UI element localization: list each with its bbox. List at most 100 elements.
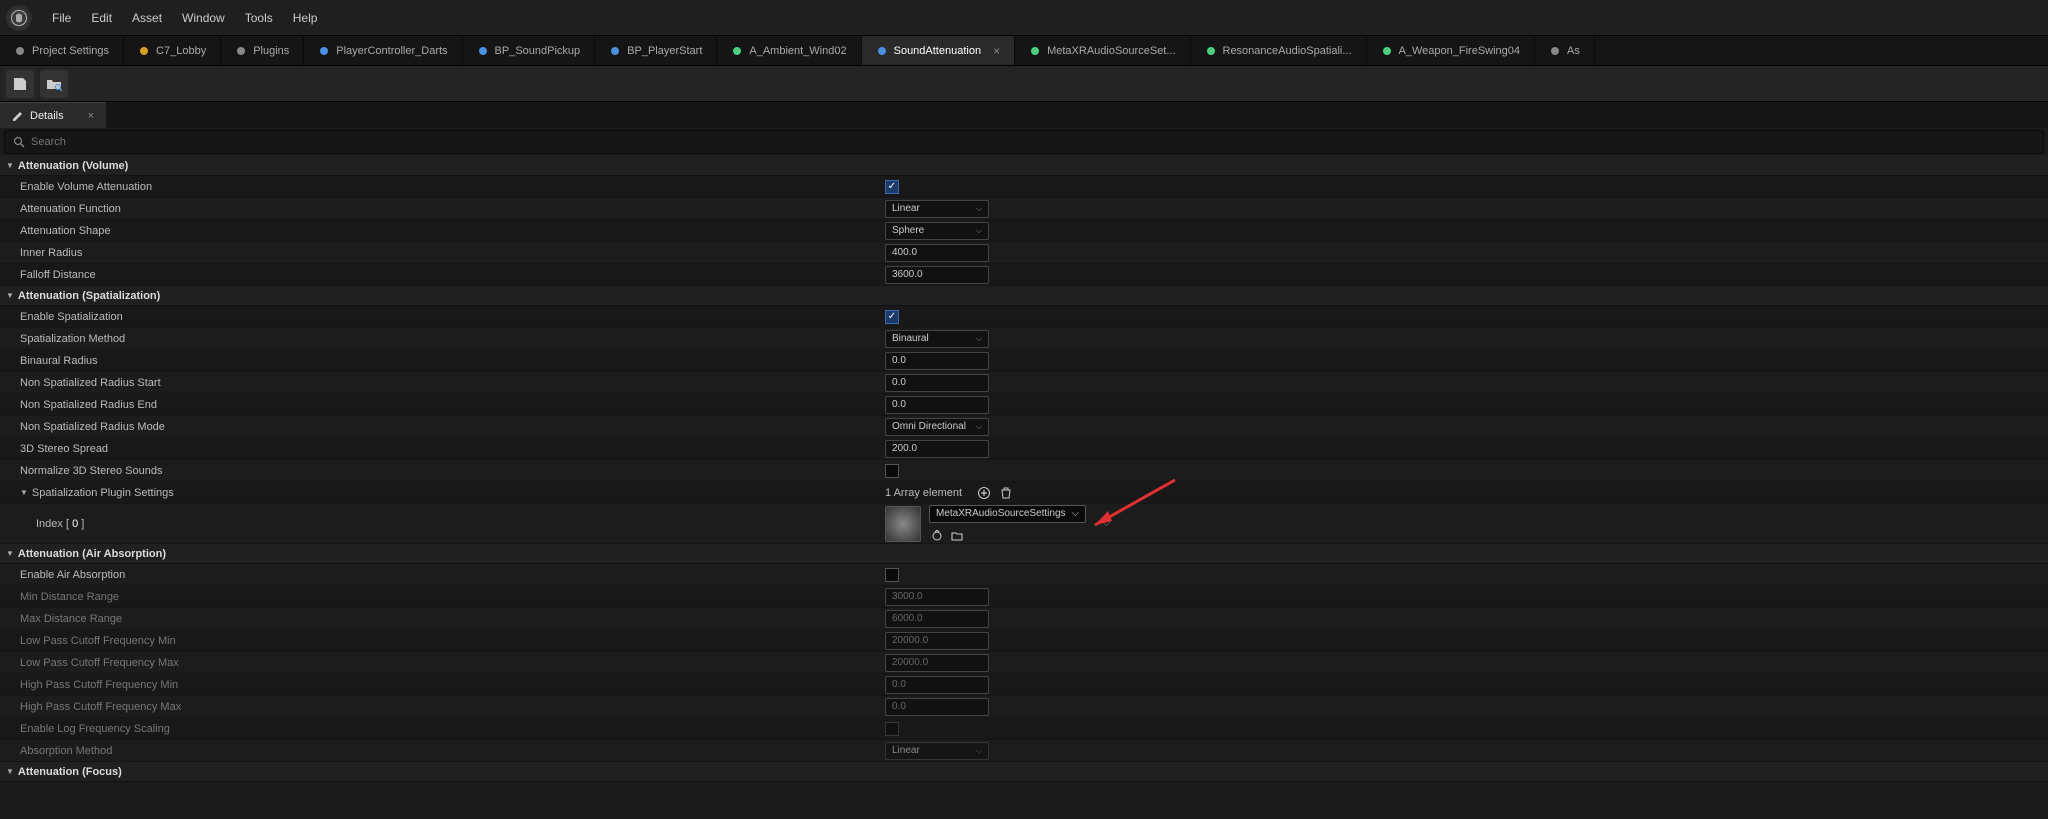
menu-help[interactable]: Help bbox=[283, 7, 328, 29]
prop-enable-volume-attenuation: Enable Volume Attenuation bbox=[0, 181, 885, 193]
prop-enable-spatialization: Enable Spatialization bbox=[0, 311, 885, 323]
prop-absorption-method: Absorption Method bbox=[0, 745, 885, 757]
atten-icon bbox=[1029, 45, 1041, 57]
tab-details[interactable]: Details × bbox=[0, 102, 106, 128]
save-button[interactable] bbox=[6, 70, 34, 98]
use-selected-button[interactable] bbox=[929, 529, 945, 543]
doctab-label: Plugins bbox=[253, 45, 289, 57]
prop-index-0: Index [ 0 ] bbox=[0, 518, 885, 530]
dropdown-absorption-method[interactable]: Linear⌵ bbox=[885, 742, 989, 760]
chevron-down-icon: ⌵ bbox=[976, 204, 982, 214]
expand-icon: ▼ bbox=[6, 291, 14, 300]
doctab-label: A_Ambient_Wind02 bbox=[749, 45, 846, 57]
prop-lp-cutoff-max: Low Pass Cutoff Frequency Max bbox=[0, 657, 885, 669]
doctab-bp-soundpickup[interactable]: BP_SoundPickup bbox=[463, 36, 596, 65]
category-attenuation-volume[interactable]: ▼Attenuation (Volume) bbox=[0, 156, 2048, 176]
element-options-icon[interactable]: ⌵ bbox=[1102, 517, 1110, 530]
unreal-logo-icon[interactable] bbox=[6, 5, 32, 31]
doctab-metaxraudiosourceset-[interactable]: MetaXRAudioSourceSet... bbox=[1015, 36, 1190, 65]
category-attenuation-air-absorption[interactable]: ▼Attenuation (Air Absorption) bbox=[0, 544, 2048, 564]
chevron-down-icon: ⌵ bbox=[976, 226, 982, 236]
input-lp-cutoff-max[interactable]: 20000.0 bbox=[885, 654, 989, 672]
category-attenuation-spatialization[interactable]: ▼Attenuation (Spatialization) bbox=[0, 286, 2048, 306]
input-inner-radius[interactable]: 400.0 bbox=[885, 244, 989, 262]
doctab-label: C7_Lobby bbox=[156, 45, 206, 57]
doctab-bp-playerstart[interactable]: BP_PlayerStart bbox=[595, 36, 717, 65]
input-binaural-radius[interactable]: 0.0 bbox=[885, 352, 989, 370]
prop-inner-radius: Inner Radius bbox=[0, 247, 885, 259]
add-element-button[interactable] bbox=[976, 485, 992, 501]
menu-window[interactable]: Window bbox=[172, 7, 235, 29]
menu-file[interactable]: File bbox=[42, 7, 81, 29]
prop-normalize-3d-stereo: Normalize 3D Stereo Sounds bbox=[0, 465, 885, 477]
level-icon bbox=[138, 45, 150, 57]
checkbox-normalize-3d-stereo[interactable] bbox=[885, 464, 899, 478]
browse-to-asset-button[interactable] bbox=[949, 529, 965, 543]
doctab-c7-lobby[interactable]: C7_Lobby bbox=[124, 36, 221, 65]
doctab-label: ResonanceAudioSpatiali... bbox=[1223, 45, 1352, 57]
menu-tools[interactable]: Tools bbox=[235, 7, 283, 29]
atten-icon bbox=[1205, 45, 1217, 57]
expand-icon: ▼ bbox=[6, 549, 14, 558]
input-hp-cutoff-min[interactable]: 0.0 bbox=[885, 676, 989, 694]
prop-max-distance-range: Max Distance Range bbox=[0, 613, 885, 625]
doctab-a-ambient-wind02[interactable]: A_Ambient_Wind02 bbox=[717, 36, 861, 65]
doctab-a-weapon-fireswing04[interactable]: A_Weapon_FireSwing04 bbox=[1367, 36, 1535, 65]
doctab-label: MetaXRAudioSourceSet... bbox=[1047, 45, 1175, 57]
prop-enable-air-absorption: Enable Air Absorption bbox=[0, 569, 885, 581]
expand-icon: ▼ bbox=[6, 767, 14, 776]
doctab-playercontroller-darts[interactable]: PlayerController_Darts bbox=[304, 36, 462, 65]
checkbox-enable-log-frequency[interactable] bbox=[885, 722, 899, 736]
dropdown-attenuation-shape[interactable]: Sphere⌵ bbox=[885, 222, 989, 240]
array-count-label: 1 Array element bbox=[885, 487, 962, 499]
audio-icon bbox=[1381, 45, 1393, 57]
search-bar bbox=[4, 130, 2044, 154]
doctab-soundattenuation[interactable]: SoundAttenuation × bbox=[862, 36, 1015, 65]
prop-attenuation-shape: Attenuation Shape bbox=[0, 225, 885, 237]
input-lp-cutoff-min[interactable]: 20000.0 bbox=[885, 632, 989, 650]
category-attenuation-focus[interactable]: ▼Attenuation (Focus) bbox=[0, 762, 2048, 782]
input-hp-cutoff-max[interactable]: 0.0 bbox=[885, 698, 989, 716]
browse-button[interactable] bbox=[40, 70, 68, 98]
menu-edit[interactable]: Edit bbox=[81, 7, 122, 29]
bp-icon bbox=[318, 45, 330, 57]
close-icon[interactable]: × bbox=[88, 110, 94, 122]
input-falloff-distance[interactable]: 3600.0 bbox=[885, 266, 989, 284]
menu-asset[interactable]: Asset bbox=[122, 7, 172, 29]
prop-enable-log-frequency-scaling: Enable Log Frequency Scaling bbox=[0, 723, 885, 735]
dropdown-attenuation-function[interactable]: Linear⌵ bbox=[885, 200, 989, 218]
close-icon[interactable]: × bbox=[993, 44, 1000, 58]
checkbox-enable-spatialization[interactable] bbox=[885, 310, 899, 324]
toolbar bbox=[0, 66, 2048, 102]
input-3d-stereo-spread[interactable]: 200.0 bbox=[885, 440, 989, 458]
dropdown-ns-radius-mode[interactable]: Omni Directional⌵ bbox=[885, 418, 989, 436]
doctab-label: SoundAttenuation bbox=[894, 45, 981, 57]
prop-hp-cutoff-max: High Pass Cutoff Frequency Max bbox=[0, 701, 885, 713]
chevron-down-icon: ⌵ bbox=[976, 334, 982, 344]
document-tab-bar: Project Settings C7_Lobby Plugins PlayerCon… bbox=[0, 36, 2048, 66]
input-ns-radius-start[interactable]: 0.0 bbox=[885, 374, 989, 392]
doctab-project-settings[interactable]: Project Settings bbox=[0, 36, 124, 65]
input-min-distance-range[interactable]: 3000.0 bbox=[885, 588, 989, 606]
array-element-row: Index [ 0 ] MetaXRAudioSourceSettings⌵ ⌵ bbox=[0, 504, 2048, 544]
checkbox-enable-air-absorption[interactable] bbox=[885, 568, 899, 582]
doctab-label: As bbox=[1567, 45, 1580, 57]
prop-non-spatialized-radius-end: Non Spatialized Radius End bbox=[0, 399, 885, 411]
doctab-as[interactable]: As bbox=[1535, 36, 1595, 65]
expand-icon: ▼ bbox=[6, 161, 14, 170]
dropdown-asset-reference[interactable]: MetaXRAudioSourceSettings⌵ bbox=[929, 505, 1086, 523]
plugin-icon bbox=[235, 45, 247, 57]
input-ns-radius-end[interactable]: 0.0 bbox=[885, 396, 989, 414]
clear-array-button[interactable] bbox=[998, 485, 1014, 501]
prop-spatialization-plugin-settings[interactable]: ▼Spatialization Plugin Settings bbox=[0, 487, 885, 499]
atten-icon bbox=[876, 45, 888, 57]
input-max-distance-range[interactable]: 6000.0 bbox=[885, 610, 989, 628]
dropdown-spatialization-method[interactable]: Binaural⌵ bbox=[885, 330, 989, 348]
doctab-plugins[interactable]: Plugins bbox=[221, 36, 304, 65]
checkbox-enable-volume-attenuation[interactable] bbox=[885, 180, 899, 194]
doctab-resonanceaudiospatiali-[interactable]: ResonanceAudioSpatiali... bbox=[1191, 36, 1367, 65]
prop-min-distance-range: Min Distance Range bbox=[0, 591, 885, 603]
asset-thumbnail[interactable] bbox=[885, 506, 921, 542]
property-grid: ▼Attenuation (Volume) Enable Volume Atte… bbox=[0, 156, 2048, 782]
search-input[interactable] bbox=[31, 136, 2035, 148]
